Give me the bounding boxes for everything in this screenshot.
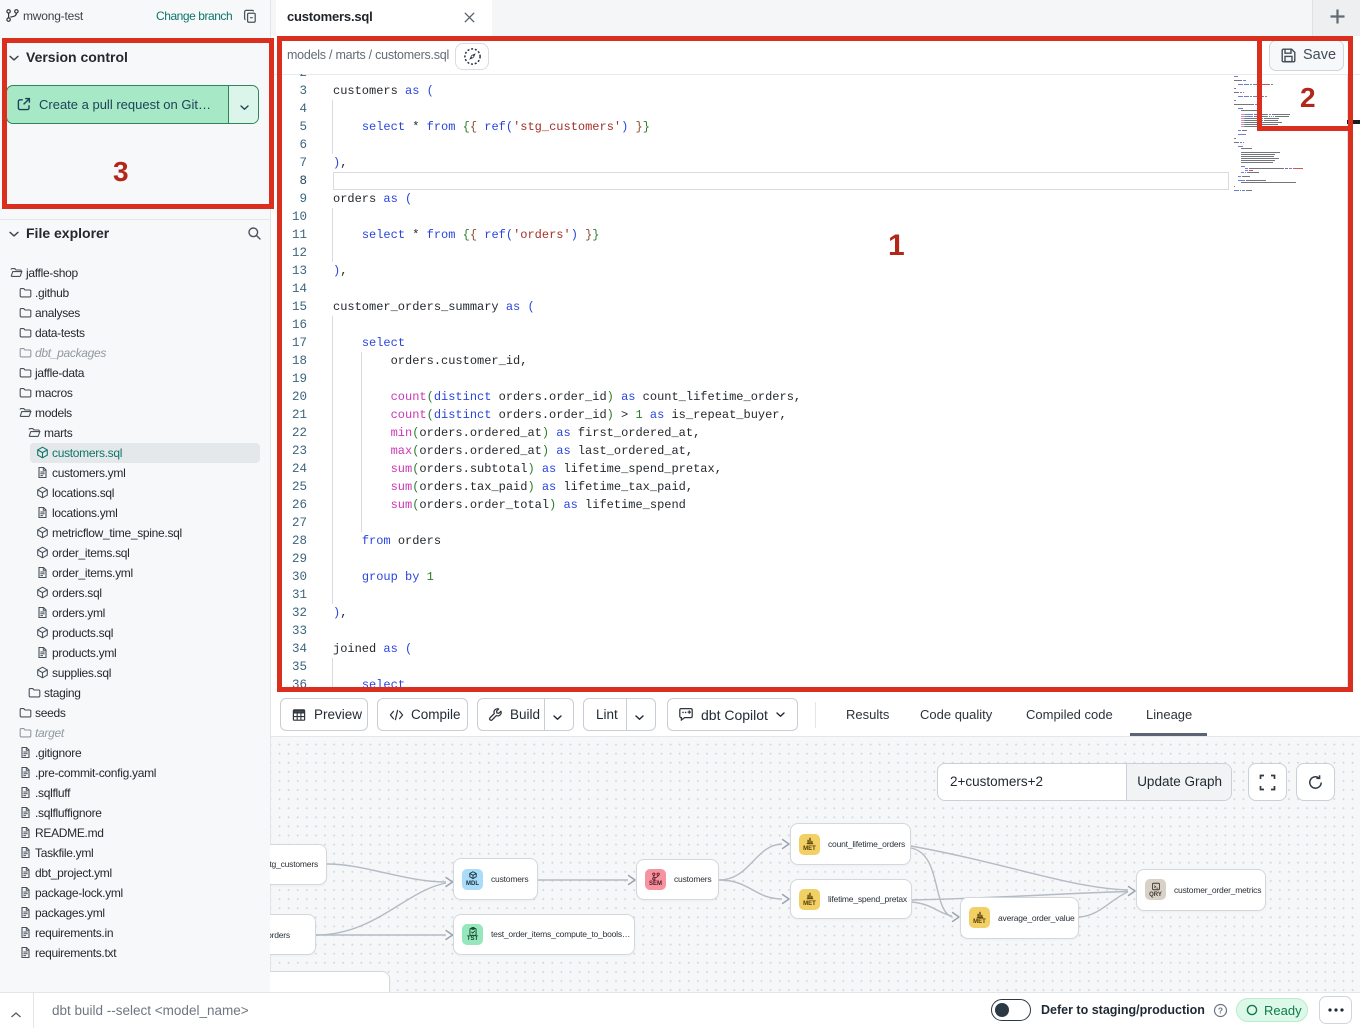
svg-text:?: ? (1218, 1005, 1223, 1015)
